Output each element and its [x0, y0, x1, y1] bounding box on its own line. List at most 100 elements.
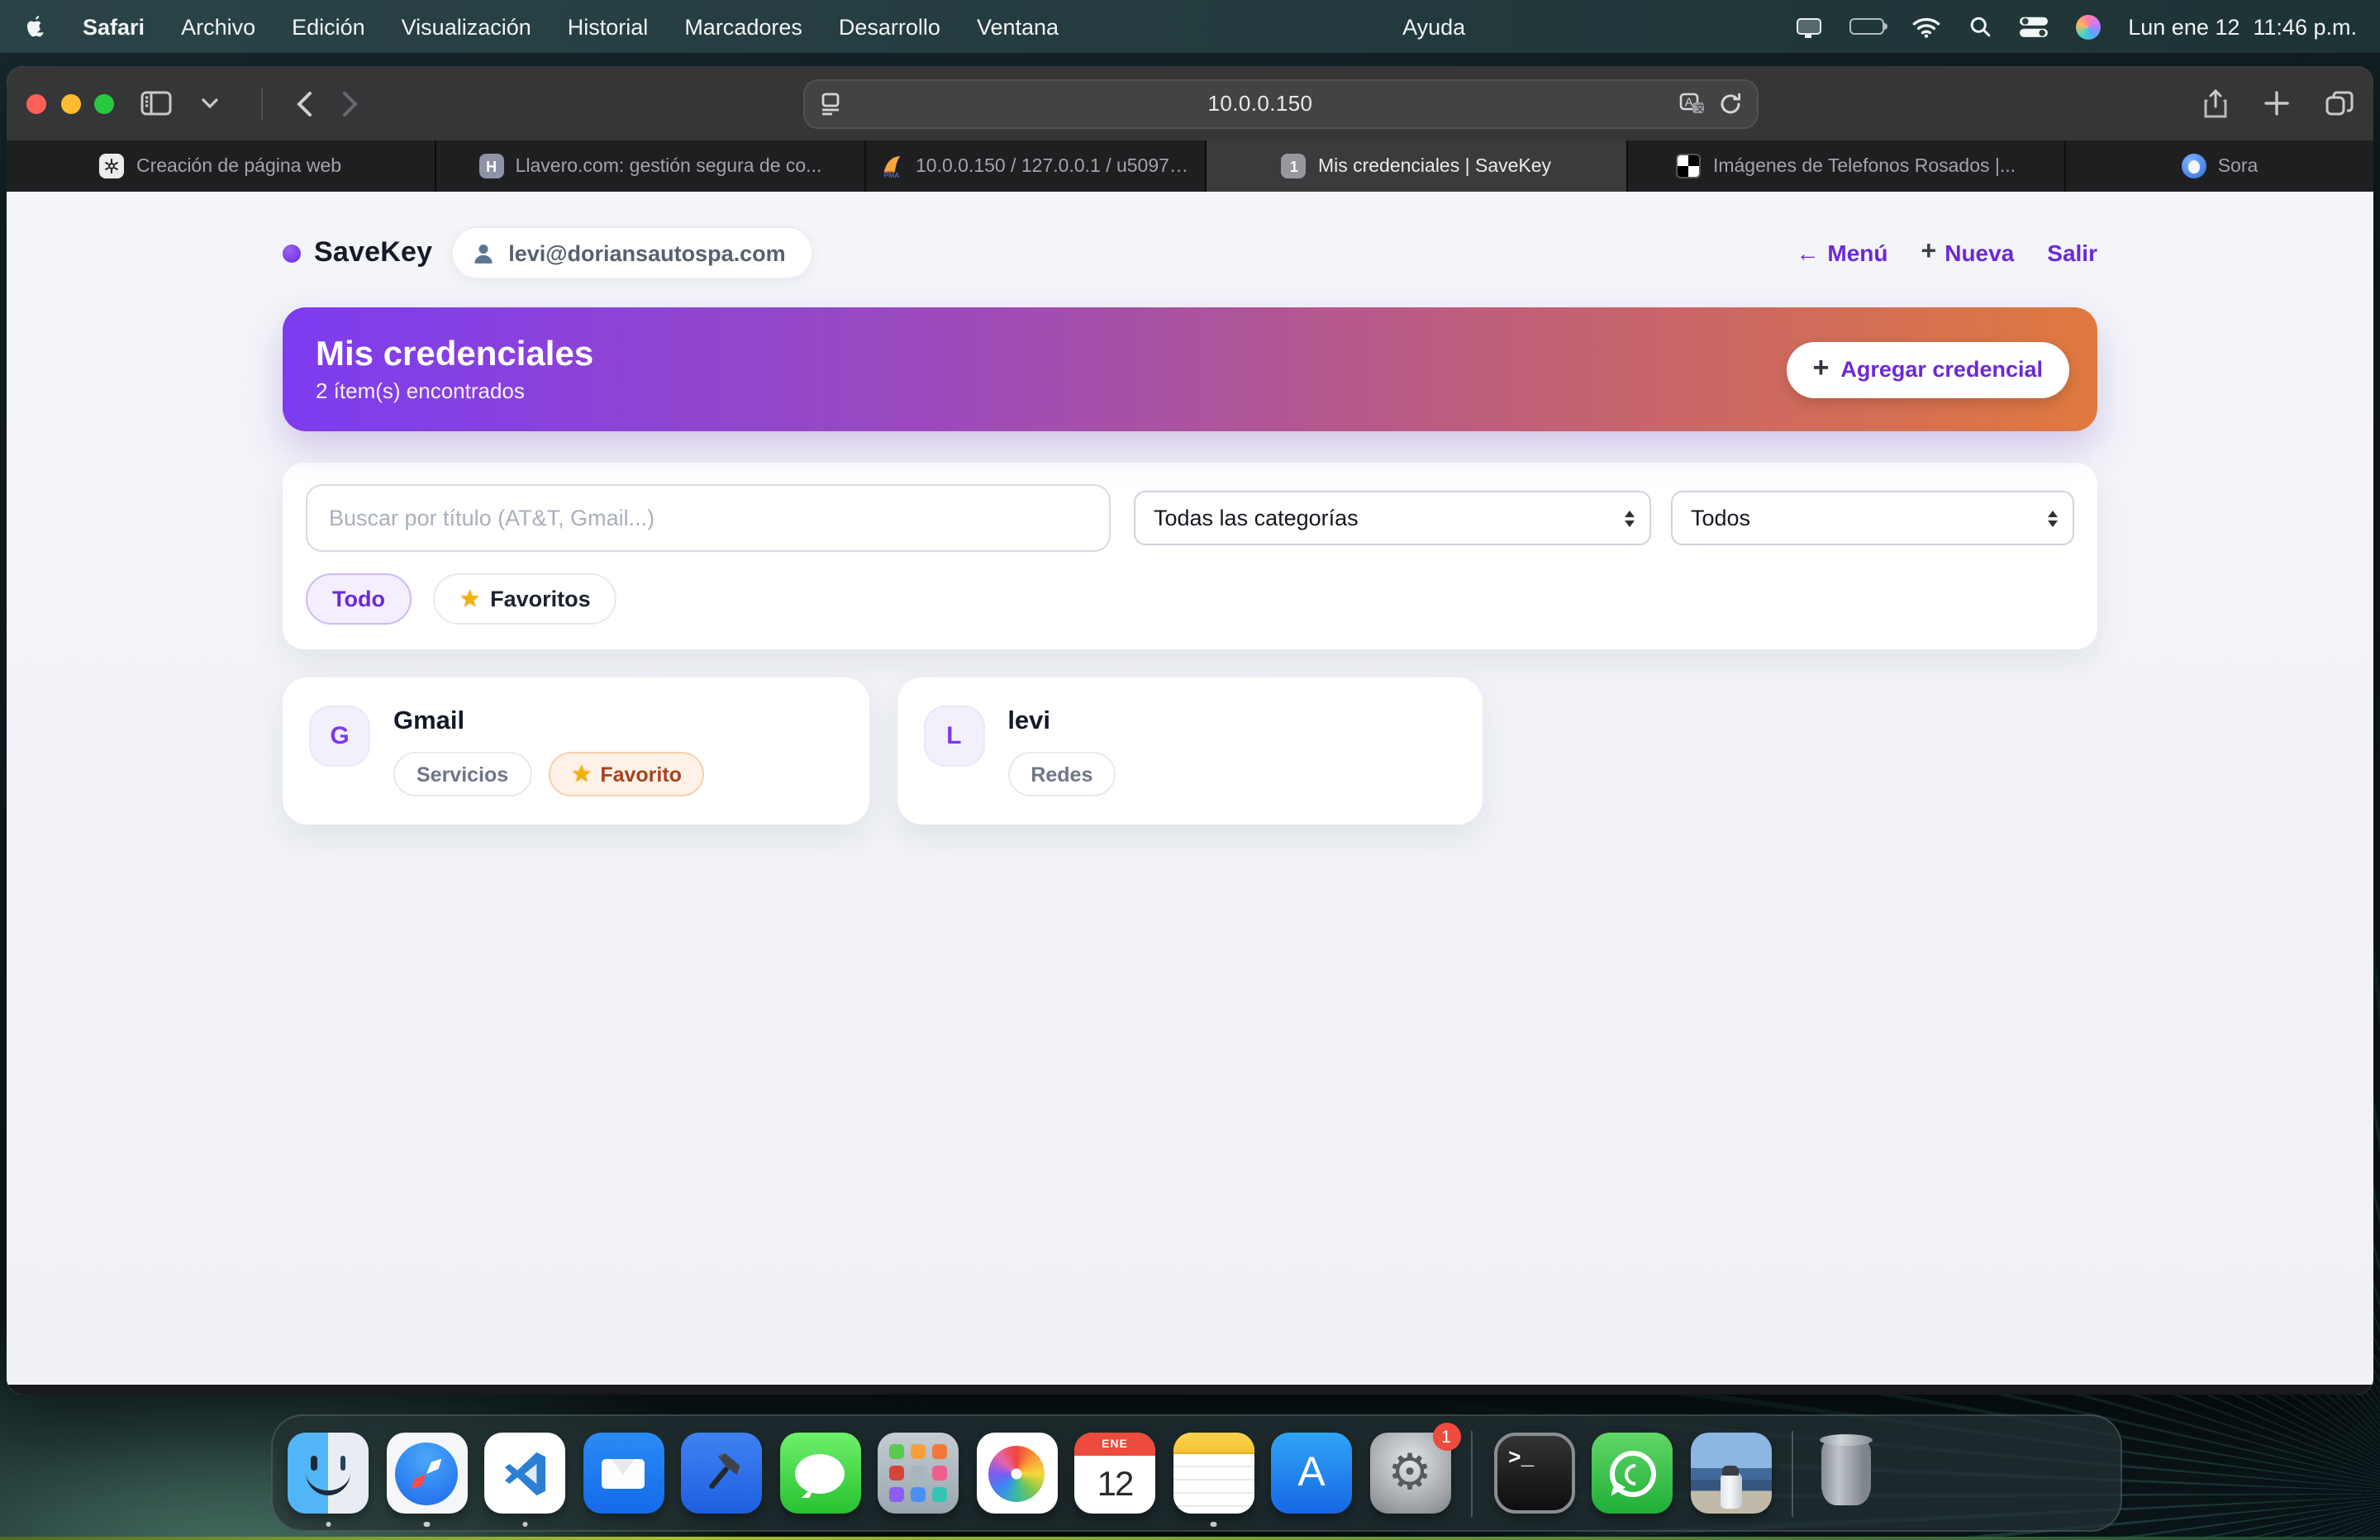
address-bar[interactable]: 10.0.0.150 A文	[803, 78, 1759, 128]
control-center-icon[interactable]	[2019, 16, 2047, 37]
battery-icon[interactable]	[1849, 18, 1883, 36]
user-icon	[470, 240, 495, 265]
dock: ENE 12 A ⚙ 1 >_	[271, 1414, 2122, 1532]
credentials-banner: Mis credenciales 2 ítem(s) encontrados +…	[283, 307, 2097, 431]
dock-media-preview-icon[interactable]	[1690, 1433, 1771, 1514]
llavero-favicon: H	[479, 154, 504, 178]
add-credential-button[interactable]: + Agregar credencial	[1787, 341, 2070, 397]
dock-notes-icon[interactable]	[1173, 1433, 1254, 1514]
share-icon[interactable]	[2203, 88, 2228, 118]
running-indicator	[326, 1521, 331, 1527]
tab-imagenes-telefonos[interactable]: Imágenes de Telefonos Rosados |...	[1628, 140, 2066, 192]
sidebar-chevron-icon[interactable]	[202, 97, 218, 109]
browser-toolbar: 10.0.0.150 A文	[7, 66, 2373, 140]
menu-item-visualizacion[interactable]: Visualización	[402, 14, 531, 39]
menu-item-ventana[interactable]: Ventana	[977, 14, 1059, 39]
items-count: 2 ítem(s) encontrados	[316, 378, 593, 403]
menu-item-marcadores[interactable]: Marcadores	[684, 14, 802, 39]
menu-app-name[interactable]: Safari	[83, 14, 145, 39]
credential-title: levi	[1007, 707, 1116, 737]
images-favicon	[1677, 154, 1702, 178]
dock-settings-icon[interactable]: ⚙ 1	[1369, 1433, 1450, 1514]
back-button[interactable]	[296, 90, 312, 116]
display-mirroring-icon[interactable]	[1796, 18, 1821, 35]
toolbar-divider	[261, 87, 263, 120]
menu-item-edicion[interactable]: Edición	[292, 14, 365, 39]
dock-whatsapp-icon[interactable]	[1592, 1433, 1673, 1514]
dock-launchpad-icon[interactable]	[878, 1433, 959, 1514]
new-link[interactable]: + Nueva	[1921, 238, 2015, 268]
filter-favorites-pill[interactable]: ★ Favoritos	[433, 573, 617, 625]
menu-item-archivo[interactable]: Archivo	[181, 14, 255, 39]
translate-icon[interactable]: A文	[1679, 92, 1706, 115]
tab-llavero[interactable]: H Llavero.com: gestión segura de co...	[436, 140, 866, 192]
menu-item-ayuda[interactable]: Ayuda	[1402, 14, 1465, 39]
svg-text:A: A	[1685, 95, 1693, 109]
dock-divider	[1471, 1430, 1473, 1516]
credentials-grid: G Gmail Servicios ★ Favorito	[283, 677, 2097, 825]
wifi-icon[interactable]	[1911, 16, 1940, 37]
credential-avatar: L	[923, 706, 984, 767]
dock-finder-icon[interactable]	[288, 1433, 369, 1514]
menu-item-historial[interactable]: Historial	[568, 14, 649, 39]
dock-appstore-icon[interactable]: A	[1271, 1433, 1352, 1514]
menu-clock[interactable]: Lun ene 12 11:46 p.m.	[2128, 14, 2357, 39]
tab-mis-credenciales-active[interactable]: 1 Mis credenciales | SaveKey	[1207, 140, 1628, 192]
phpmyadmin-favicon: PMA	[879, 154, 904, 178]
tab-sora[interactable]: Sora	[2066, 140, 2373, 192]
sora-favicon	[2182, 154, 2206, 178]
search-input[interactable]	[306, 484, 1111, 552]
tab-creacion-pagina-web[interactable]: Creación de página web	[7, 140, 436, 192]
traffic-lights	[26, 93, 114, 113]
menu-link[interactable]: ← Menú	[1796, 240, 1887, 266]
dock-divider	[1792, 1430, 1793, 1516]
brand-name: SaveKey	[314, 236, 432, 269]
filter-all-pill[interactable]: Todo	[306, 573, 412, 625]
dock-trash-icon[interactable]	[1814, 1433, 1877, 1514]
credential-card-levi[interactable]: L levi Redes	[897, 677, 1483, 825]
sidebar-toggle-icon[interactable]	[140, 91, 172, 116]
brand-dot-icon	[283, 244, 301, 262]
dock-safari-icon[interactable]	[386, 1433, 467, 1514]
dock-photos-icon[interactable]	[976, 1433, 1057, 1514]
close-window-button[interactable]	[26, 93, 46, 113]
plus-icon: +	[1813, 352, 1830, 385]
wallpaper-ground-line	[0, 1536, 2380, 1540]
dock-messages-icon[interactable]	[779, 1433, 860, 1514]
dock-vscode-icon[interactable]	[484, 1433, 565, 1514]
reload-icon[interactable]	[1719, 92, 1742, 115]
siri-icon[interactable]	[2075, 14, 2100, 39]
calendar-day: 12	[1074, 1456, 1155, 1514]
menu-item-desarrollo[interactable]: Desarrollo	[839, 14, 940, 39]
category-tag: Redes	[1007, 752, 1116, 796]
dock-calendar-icon[interactable]: ENE 12	[1074, 1433, 1155, 1514]
logout-link[interactable]: Salir	[2047, 240, 2097, 266]
account-email: levi@doriansautospa.com	[508, 240, 785, 265]
spotlight-search-icon[interactable]	[1968, 15, 1991, 38]
page-format-icon[interactable]	[820, 92, 841, 115]
forward-button[interactable]	[342, 90, 359, 116]
status-select[interactable]: Todos	[1671, 491, 2074, 545]
back-arrow-icon: ←	[1796, 240, 1819, 266]
zoom-window-button[interactable]	[94, 93, 114, 113]
tab-overview-icon[interactable]	[2325, 91, 2354, 116]
header-nav: ← Menú + Nueva Salir	[1796, 238, 2097, 268]
select-stepper-icon	[1625, 510, 1635, 526]
notification-badge: 1	[1432, 1423, 1460, 1451]
site-header: SaveKey levi@doriansautospa.com ← Menú +	[283, 225, 2097, 281]
new-tab-icon[interactable]	[2264, 91, 2289, 116]
url-text: 10.0.0.150	[841, 91, 1679, 116]
category-select[interactable]: Todas las categorías	[1134, 491, 1651, 545]
dock-xcode-icon[interactable]	[681, 1433, 762, 1514]
tab-strip: Creación de página web H Llavero.com: ge…	[7, 140, 2373, 192]
savekey-page: SaveKey levi@doriansautospa.com ← Menú +	[7, 192, 2373, 1395]
favorite-tag: ★ Favorito	[548, 752, 705, 796]
minimize-window-button[interactable]	[60, 93, 80, 113]
account-pill[interactable]: levi@doriansautospa.com	[450, 226, 813, 279]
tab-phpmyadmin[interactable]: PMA 10.0.0.150 / 127.0.0.1 / u50979576..…	[866, 140, 1207, 192]
dock-mail-icon[interactable]	[583, 1433, 664, 1514]
credential-card-gmail[interactable]: G Gmail Servicios ★ Favorito	[283, 677, 869, 825]
dock-terminal-icon[interactable]: >_	[1493, 1433, 1574, 1514]
tab-label: Mis credenciales | SaveKey	[1318, 156, 1551, 176]
apple-menu-icon[interactable]	[23, 13, 46, 40]
